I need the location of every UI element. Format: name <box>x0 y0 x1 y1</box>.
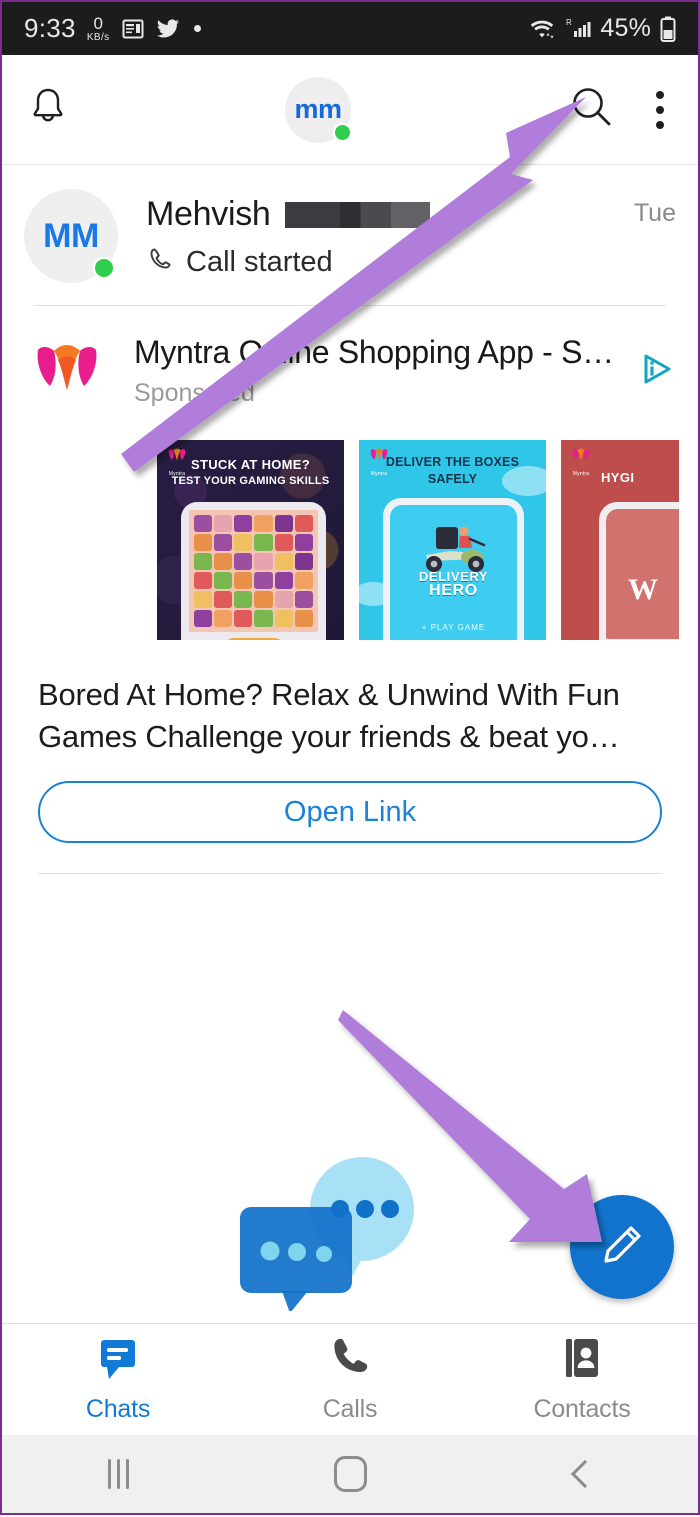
avatar: MM <box>24 189 118 283</box>
profile-avatar-button[interactable]: mm <box>285 76 352 143</box>
network-speed-indicator: 0 KB/s <box>87 15 110 43</box>
card-letter: W <box>628 573 658 606</box>
tab-contacts[interactable]: Contacts <box>466 1324 698 1435</box>
card-headline-1: HYGI <box>601 470 635 485</box>
chat-timestamp: Tue <box>633 199 676 227</box>
chat-bubbles-illustration <box>234 1151 464 1313</box>
status-time: 9:33 <box>24 13 76 43</box>
brand-name: Myntra <box>572 471 590 477</box>
game-logo-line-2: HERO <box>429 582 478 599</box>
brand-badge: Myntra <box>568 447 594 477</box>
tab-calls[interactable]: Calls <box>234 1324 466 1435</box>
bottom-navigation: Chats Calls Contacts <box>2 1323 698 1435</box>
ad-description: Bored At Home? Relax & Unwind With Fun G… <box>38 677 620 754</box>
phone-mockup: DELIVERY HERO + PLAY GAME <box>383 498 524 640</box>
ad-card[interactable]: Myntra HYGI W <box>561 440 679 640</box>
battery-icon <box>660 16 676 42</box>
phone-call-icon <box>146 245 176 280</box>
tab-chats[interactable]: Chats <box>2 1324 234 1435</box>
search-icon <box>566 88 618 137</box>
empty-state-area <box>2 874 698 1323</box>
calendar-icon <box>121 17 145 41</box>
compose-fab[interactable] <box>570 1195 674 1299</box>
phone-screen: 9:33 0 KB/s R 45% mm MM Mehvish Call sta… <box>0 0 700 1515</box>
game-start-button <box>225 638 282 640</box>
brand-badge: Myntra <box>164 447 190 477</box>
app-header: mm <box>2 55 698 165</box>
notifications-button[interactable] <box>26 84 70 135</box>
phone-mockup: W <box>599 502 679 640</box>
home-button[interactable] <box>234 1456 466 1492</box>
compose-pencil-icon <box>596 1219 648 1276</box>
network-speed-unit: KB/s <box>86 31 110 43</box>
wifi-icon <box>528 17 556 41</box>
bell-icon <box>26 88 70 134</box>
overflow-menu-button[interactable] <box>646 85 674 135</box>
ad-card[interactable]: Myntra DELIVER THE BOXES SAFELY DELIVERY… <box>359 440 546 640</box>
kebab-menu-icon <box>656 90 664 99</box>
avatar-initials: MM <box>43 216 99 255</box>
tab-label: Contacts <box>533 1395 631 1423</box>
network-speed-value: 0 <box>93 13 103 33</box>
ad-carousel[interactable]: Myntra STUCK AT HOME? TEST YOUR GAMING S… <box>2 414 698 640</box>
ad-sponsored-label: Sponsored <box>134 379 255 407</box>
tab-label: Calls <box>322 1395 378 1423</box>
android-navigation-bar <box>2 1435 698 1513</box>
avatar-initials: mm <box>294 94 342 124</box>
recents-button[interactable] <box>2 1459 234 1489</box>
ad-card[interactable]: Myntra STUCK AT HOME? TEST YOUR GAMING S… <box>157 440 344 640</box>
card-cta: + PLAY GAME <box>421 623 486 632</box>
brand-name: Myntra <box>168 471 186 477</box>
redacted-block <box>284 201 430 228</box>
brand-badge: Myntra <box>366 447 392 477</box>
adchoices-button[interactable] <box>628 349 676 394</box>
contacts-book-icon <box>559 1335 605 1386</box>
ad-title: Myntra Online Shopping App - Sh… <box>134 334 628 370</box>
game-grid <box>189 510 318 632</box>
home-icon <box>333 1456 367 1492</box>
myntra-logo <box>24 328 110 414</box>
presence-dot <box>333 122 352 142</box>
phone-icon <box>327 1335 373 1386</box>
chat-bubble-icon <box>93 1335 143 1386</box>
twitter-icon <box>156 18 180 40</box>
contact-name: Mehvish <box>146 195 271 233</box>
search-button[interactable] <box>566 81 618 138</box>
open-link-button[interactable]: Open Link <box>38 781 662 844</box>
back-icon <box>570 1459 600 1489</box>
phone-mockup <box>181 502 326 640</box>
dot-icon <box>193 25 201 32</box>
battery-percent: 45% <box>600 14 651 42</box>
recents-icon <box>107 1459 129 1489</box>
svg-text:R: R <box>566 18 572 27</box>
back-button[interactable] <box>466 1459 698 1489</box>
tab-label: Chats <box>85 1395 151 1423</box>
chat-preview: Call started <box>186 246 333 278</box>
brand-name: Myntra <box>370 471 388 477</box>
adchoices-icon <box>636 354 676 393</box>
presence-dot <box>93 257 115 279</box>
chat-list-item[interactable]: MM Mehvish Call started Tue <box>2 165 698 305</box>
sponsored-ad[interactable]: Myntra Online Shopping App - Sh… Sponsor… <box>2 306 698 875</box>
roaming-signal-icon: R <box>565 17 591 41</box>
status-bar: 9:33 0 KB/s R 45% <box>2 2 698 55</box>
